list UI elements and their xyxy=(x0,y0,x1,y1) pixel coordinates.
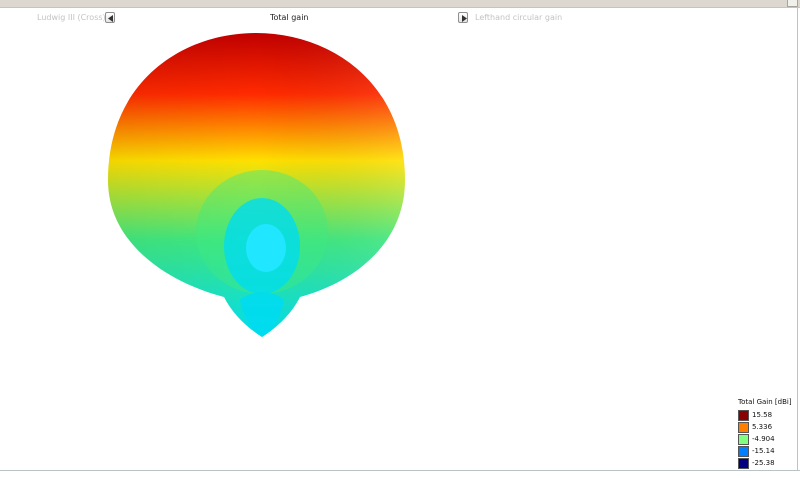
legend-entry: 15.58 xyxy=(738,410,798,422)
legend-swatch xyxy=(738,410,749,421)
radiation-pattern-3d-plot[interactable] xyxy=(0,0,800,478)
legend-swatch xyxy=(738,446,749,457)
pattern-body xyxy=(108,33,405,337)
legend-swatch xyxy=(738,422,749,433)
legend-entry: 5.336 xyxy=(738,422,798,434)
legend-swatch xyxy=(738,458,749,469)
legend-value: 15.58 xyxy=(752,411,773,419)
legend-value: 5.336 xyxy=(752,423,773,431)
legend-value: -25.38 xyxy=(752,459,775,467)
pattern-center-lobe xyxy=(246,224,286,272)
legend-title: Total Gain [dBi] xyxy=(738,398,792,406)
legend-entry: -15.14 xyxy=(738,446,798,458)
legend-entry: -25.38 xyxy=(738,458,798,470)
legend-entry: -4.904 xyxy=(738,434,798,446)
legend-value: -4.904 xyxy=(752,435,775,443)
legend-value: -15.14 xyxy=(752,447,775,455)
legend-swatch xyxy=(738,434,749,445)
pattern-bottom-lobe xyxy=(240,292,284,337)
